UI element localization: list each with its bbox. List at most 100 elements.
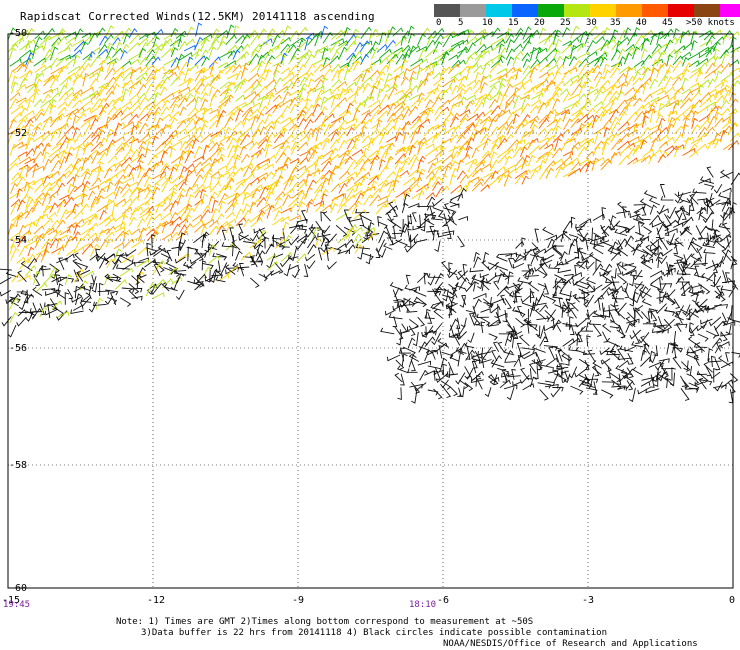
wind-barb — [581, 380, 596, 389]
wind-barb — [64, 31, 77, 39]
wind-barb — [563, 102, 577, 110]
wind-barb — [513, 43, 523, 51]
wind-barb — [120, 49, 128, 60]
wind-barb — [194, 55, 207, 66]
wind-barb — [297, 141, 309, 152]
wind-barb — [659, 134, 670, 142]
wind-barb — [531, 344, 546, 353]
wind-barb — [635, 248, 649, 258]
wind-barb — [683, 137, 692, 150]
wind-barb — [273, 132, 284, 144]
wind-barb — [434, 240, 441, 253]
wind-barb — [569, 307, 577, 319]
wind-barb — [442, 294, 455, 302]
wind-barb — [490, 305, 501, 314]
wind-barb — [521, 270, 535, 275]
wind-barb — [538, 56, 548, 65]
wind-barb — [395, 191, 406, 198]
wind-barb — [720, 206, 730, 219]
wind-barb — [249, 141, 260, 151]
wind-barb — [229, 227, 235, 242]
wind-barb — [609, 372, 621, 383]
wind-barb — [251, 188, 261, 199]
wind-barb — [427, 162, 436, 173]
wind-barb — [469, 313, 475, 326]
wind-barb — [563, 118, 573, 131]
wind-barb — [307, 78, 315, 88]
wind-barb — [457, 235, 465, 248]
wind-barb — [638, 221, 643, 236]
wind-barb — [179, 51, 193, 61]
wind-barb — [33, 270, 41, 285]
wind-barb — [88, 184, 100, 191]
wind-barb — [423, 126, 435, 137]
wind-barb — [217, 153, 226, 164]
wind-barb — [241, 153, 250, 164]
wind-barb — [610, 295, 618, 308]
wind-barb — [588, 320, 601, 326]
wind-barb — [643, 93, 653, 102]
wind-barb — [295, 190, 305, 200]
wind-barb — [550, 386, 562, 398]
wind-barb — [273, 63, 282, 76]
wind-barb — [34, 36, 43, 47]
wind-barb — [640, 254, 651, 263]
wind-barb — [258, 85, 268, 95]
wind-barb — [697, 333, 709, 342]
wind-barb — [179, 61, 190, 74]
wind-barb — [401, 353, 408, 366]
wind-barb — [103, 167, 113, 179]
wind-barb — [209, 94, 217, 108]
wind-barb — [33, 182, 45, 193]
wind-barb — [656, 94, 669, 102]
wind-barb — [499, 379, 511, 389]
wind-barb — [344, 155, 353, 165]
latitude-label: -52 — [9, 128, 27, 139]
wind-barb — [238, 223, 244, 234]
wind-barb — [719, 341, 730, 347]
wind-barb — [557, 268, 572, 274]
wind-barb — [466, 29, 475, 40]
wind-barb — [345, 244, 356, 255]
wind-barb — [672, 55, 684, 66]
wind-barb — [480, 317, 491, 326]
wind-barb — [666, 289, 676, 298]
wind-barb — [42, 151, 50, 163]
wind-barb — [73, 246, 85, 254]
wind-barb — [537, 101, 547, 114]
wind-barb — [240, 251, 252, 261]
wind-barb — [9, 311, 19, 324]
wind-barb — [416, 214, 422, 228]
wind-barb — [411, 190, 425, 200]
wind-barb — [137, 246, 148, 256]
wind-barb — [488, 98, 498, 109]
wind-barb — [96, 129, 106, 144]
wind-barb — [217, 173, 225, 184]
wind-barb — [583, 294, 595, 308]
wind-barb — [70, 309, 84, 314]
wind-barb — [208, 56, 221, 68]
wind-barb — [250, 93, 261, 103]
wind-barb — [440, 89, 449, 102]
wind-barb — [592, 245, 604, 255]
wind-barb — [34, 64, 47, 73]
wind-barb — [627, 32, 638, 46]
wind-barb — [433, 308, 443, 319]
longitude-label: -3 — [582, 595, 594, 606]
wind-barb — [370, 180, 378, 192]
wind-barb — [49, 77, 59, 89]
wind-barb — [601, 331, 609, 343]
wind-barb — [708, 316, 722, 327]
wind-barb — [321, 225, 331, 234]
wind-barb — [226, 155, 236, 166]
wind-barb — [359, 40, 370, 53]
wind-barb — [203, 171, 212, 184]
wind-barb — [297, 64, 307, 74]
wind-barb — [43, 273, 56, 285]
wind-barb — [393, 65, 403, 73]
latitude-label: -58 — [9, 460, 27, 471]
wind-barb — [235, 34, 246, 44]
wind-barb — [449, 160, 459, 171]
wind-barb — [386, 170, 396, 179]
wind-barb — [322, 211, 331, 222]
